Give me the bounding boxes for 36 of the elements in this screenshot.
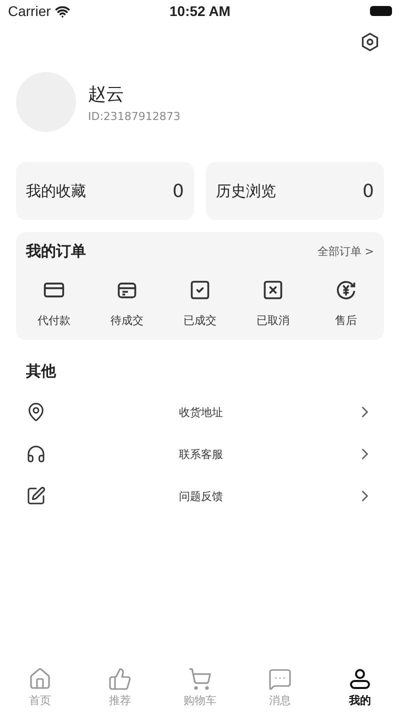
yen-refresh-icon xyxy=(335,279,357,301)
stat-label: 历史浏览 xyxy=(216,182,276,200)
edit-icon xyxy=(26,486,46,506)
map-pin-icon xyxy=(26,402,46,422)
tab-item[interactable]: 我的 xyxy=(335,667,385,713)
order-status-button[interactable]: 已成交 xyxy=(172,279,228,328)
stat-count: 0 xyxy=(362,180,374,202)
order-status-button[interactable]: 售后 xyxy=(318,279,374,328)
user-name: 赵云 xyxy=(88,82,125,106)
x-square-icon xyxy=(262,279,284,301)
section-title: 我的订单 xyxy=(26,242,86,261)
all-orders-link[interactable]: 全部订单 > xyxy=(317,244,374,259)
check-square-icon xyxy=(189,279,211,301)
stat-label: 我的收藏 xyxy=(26,182,86,200)
wifi-icon xyxy=(54,4,70,18)
menu-item[interactable]: 问题反馈 xyxy=(26,475,374,517)
chat-icon xyxy=(268,667,292,691)
cart-icon xyxy=(188,667,212,691)
section-title: 其他 xyxy=(26,362,57,381)
order-status-button[interactable]: 待成交 xyxy=(99,279,155,328)
carrier-label: Carrier xyxy=(8,3,51,19)
user-id: ID:23187912873 xyxy=(88,110,180,122)
order-status-button[interactable]: 已取消 xyxy=(245,279,301,328)
order-status-button[interactable]: 代付款 xyxy=(26,279,82,328)
menu-item[interactable]: 收货地址 xyxy=(26,391,374,433)
status-time: 10:52 AM xyxy=(170,3,230,19)
stat-card[interactable]: 我的收藏 0 xyxy=(16,162,194,220)
stat-count: 0 xyxy=(172,180,184,202)
home-icon xyxy=(28,667,52,691)
menu-item[interactable]: 联系客服 xyxy=(26,433,374,475)
stat-card[interactable]: 历史浏览 0 xyxy=(206,162,384,220)
user-icon xyxy=(348,667,372,691)
thumbs-up-icon xyxy=(108,667,132,691)
settings-icon[interactable] xyxy=(360,32,380,52)
headset-icon xyxy=(26,444,46,464)
battery-icon xyxy=(370,6,392,16)
